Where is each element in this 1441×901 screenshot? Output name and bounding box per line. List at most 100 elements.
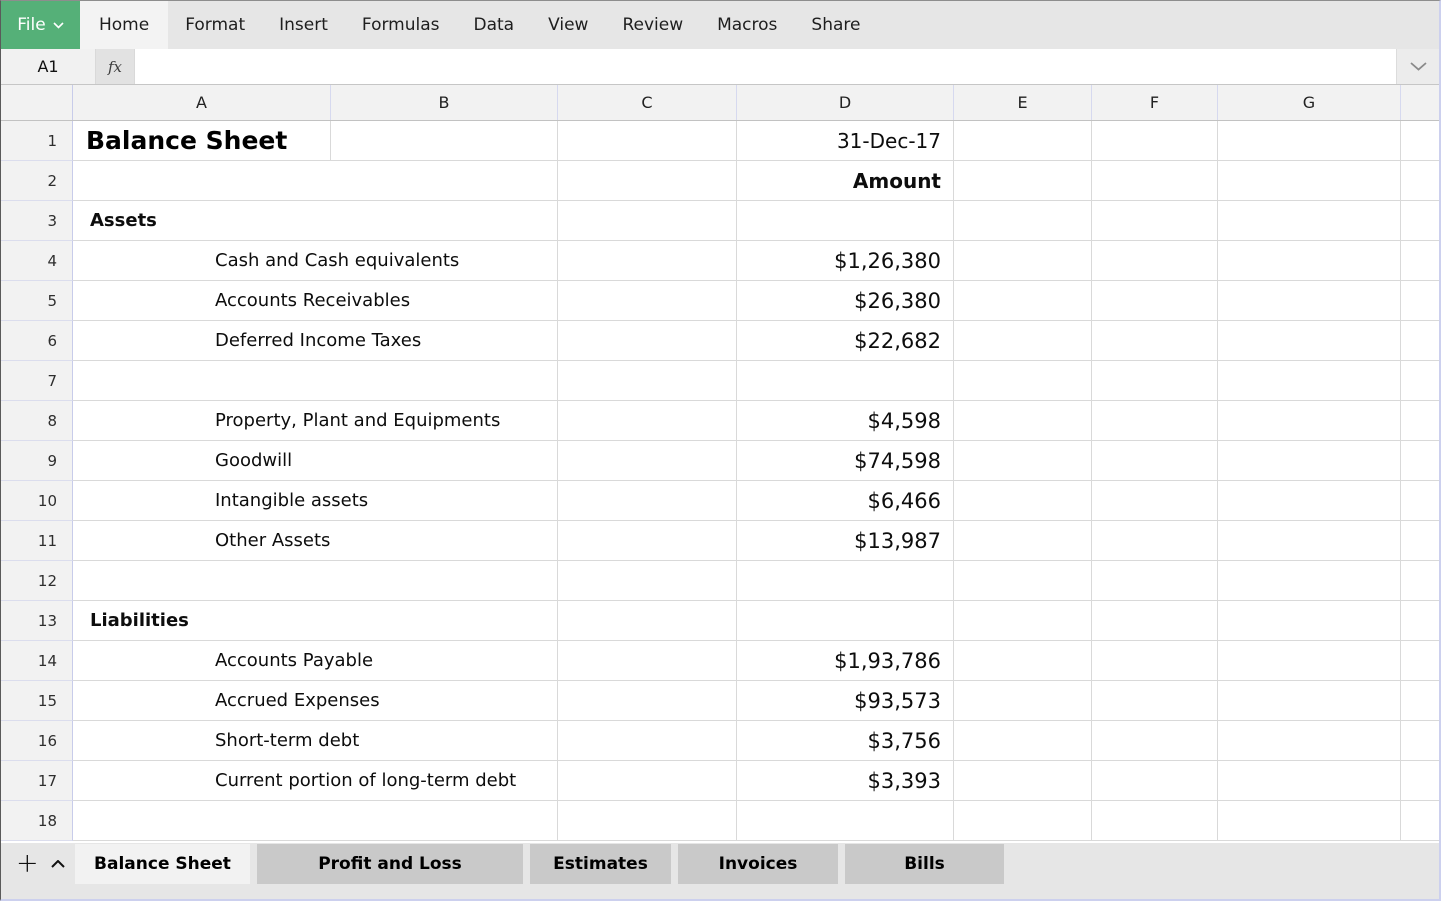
cell-D12[interactable] — [737, 561, 954, 601]
cell-F12[interactable] — [1092, 561, 1218, 601]
row-header-1[interactable]: 1 — [1, 121, 73, 161]
row-header-9[interactable]: 9 — [1, 441, 73, 481]
cell-C7[interactable] — [558, 361, 737, 401]
cell-partial-8[interactable] — [1401, 401, 1439, 441]
cell-partial-17[interactable] — [1401, 761, 1439, 801]
row-header-16[interactable]: 16 — [1, 721, 73, 761]
row-header-5[interactable]: 5 — [1, 281, 73, 321]
menu-item-review[interactable]: Review — [605, 1, 700, 49]
cell-D18[interactable] — [737, 801, 954, 841]
menu-item-data[interactable]: Data — [457, 1, 532, 49]
cell-D13[interactable] — [737, 601, 954, 641]
cell-G17[interactable] — [1218, 761, 1401, 801]
cell-C17[interactable] — [558, 761, 737, 801]
cell-partial-2[interactable] — [1401, 161, 1439, 201]
cell-F13[interactable] — [1092, 601, 1218, 641]
formula-bar-expand-button[interactable] — [1396, 49, 1439, 84]
cell-partial-14[interactable] — [1401, 641, 1439, 681]
cell-A9[interactable]: Goodwill — [73, 441, 558, 481]
cell-D17[interactable]: $3,393 — [737, 761, 954, 801]
cell-A16[interactable]: Short-term debt — [73, 721, 558, 761]
cell-F10[interactable] — [1092, 481, 1218, 521]
sheet-tab-invoices[interactable]: Invoices — [678, 844, 838, 884]
cell-G5[interactable] — [1218, 281, 1401, 321]
cell-A3[interactable]: Assets — [73, 201, 558, 241]
cell-G6[interactable] — [1218, 321, 1401, 361]
cell-G3[interactable] — [1218, 201, 1401, 241]
menu-item-macros[interactable]: Macros — [700, 1, 794, 49]
cell-D14[interactable]: $1,93,786 — [737, 641, 954, 681]
cell-D1[interactable]: 31-Dec-17 — [737, 121, 954, 161]
cell-F14[interactable] — [1092, 641, 1218, 681]
cell-E18[interactable] — [954, 801, 1092, 841]
column-header-B[interactable]: B — [331, 85, 558, 120]
cell-A8[interactable]: Property, Plant and Equipments — [73, 401, 558, 441]
cell-C12[interactable] — [558, 561, 737, 601]
cell-E11[interactable] — [954, 521, 1092, 561]
column-header-A[interactable]: A — [73, 85, 331, 120]
cell-E7[interactable] — [954, 361, 1092, 401]
cell-D2[interactable]: Amount — [737, 161, 954, 201]
cell-A11[interactable]: Other Assets — [73, 521, 558, 561]
cell-D16[interactable]: $3,756 — [737, 721, 954, 761]
cell-A2[interactable] — [73, 161, 558, 201]
cell-partial-11[interactable] — [1401, 521, 1439, 561]
cell-partial-3[interactable] — [1401, 201, 1439, 241]
cell-C8[interactable] — [558, 401, 737, 441]
row-header-10[interactable]: 10 — [1, 481, 73, 521]
row-header-2[interactable]: 2 — [1, 161, 73, 201]
row-header-15[interactable]: 15 — [1, 681, 73, 721]
cell-F9[interactable] — [1092, 441, 1218, 481]
cell-F15[interactable] — [1092, 681, 1218, 721]
sheet-tab-bills[interactable]: Bills — [845, 844, 1004, 884]
cell-partial-13[interactable] — [1401, 601, 1439, 641]
row-header-17[interactable]: 17 — [1, 761, 73, 801]
cell-F3[interactable] — [1092, 201, 1218, 241]
row-header-8[interactable]: 8 — [1, 401, 73, 441]
cell-E9[interactable] — [954, 441, 1092, 481]
cell-A6[interactable]: Deferred Income Taxes — [73, 321, 558, 361]
cell-A5[interactable]: Accounts Receivables — [73, 281, 558, 321]
cell-reference-box[interactable]: A1 — [1, 49, 96, 84]
cell-E8[interactable] — [954, 401, 1092, 441]
cell-E2[interactable] — [954, 161, 1092, 201]
menu-item-formulas[interactable]: Formulas — [345, 1, 457, 49]
cell-C13[interactable] — [558, 601, 737, 641]
cell-partial-9[interactable] — [1401, 441, 1439, 481]
cell-D3[interactable] — [737, 201, 954, 241]
cell-G18[interactable] — [1218, 801, 1401, 841]
cell-D8[interactable]: $4,598 — [737, 401, 954, 441]
cell-C15[interactable] — [558, 681, 737, 721]
cell-partial-5[interactable] — [1401, 281, 1439, 321]
cell-F2[interactable] — [1092, 161, 1218, 201]
cell-C16[interactable] — [558, 721, 737, 761]
row-header-14[interactable]: 14 — [1, 641, 73, 681]
cell-C14[interactable] — [558, 641, 737, 681]
cell-C2[interactable] — [558, 161, 737, 201]
cell-partial-10[interactable] — [1401, 481, 1439, 521]
cell-G9[interactable] — [1218, 441, 1401, 481]
cell-partial-1[interactable] — [1401, 121, 1439, 161]
column-header-partial[interactable] — [1401, 85, 1439, 120]
menu-item-share[interactable]: Share — [794, 1, 877, 49]
cell-F11[interactable] — [1092, 521, 1218, 561]
cell-F16[interactable] — [1092, 721, 1218, 761]
menu-item-home[interactable]: Home — [80, 1, 168, 49]
cell-E5[interactable] — [954, 281, 1092, 321]
sheet-tab-profit-and-loss[interactable]: Profit and Loss — [257, 844, 523, 884]
cell-partial-16[interactable] — [1401, 721, 1439, 761]
cell-G8[interactable] — [1218, 401, 1401, 441]
row-header-13[interactable]: 13 — [1, 601, 73, 641]
cell-E4[interactable] — [954, 241, 1092, 281]
cell-F18[interactable] — [1092, 801, 1218, 841]
cell-G1[interactable] — [1218, 121, 1401, 161]
cell-G10[interactable] — [1218, 481, 1401, 521]
add-sheet-button[interactable]: + — [16, 850, 36, 878]
cell-C18[interactable] — [558, 801, 737, 841]
cell-G13[interactable] — [1218, 601, 1401, 641]
cell-F6[interactable] — [1092, 321, 1218, 361]
cell-G16[interactable] — [1218, 721, 1401, 761]
cell-partial-6[interactable] — [1401, 321, 1439, 361]
cell-E6[interactable] — [954, 321, 1092, 361]
cell-D9[interactable]: $74,598 — [737, 441, 954, 481]
